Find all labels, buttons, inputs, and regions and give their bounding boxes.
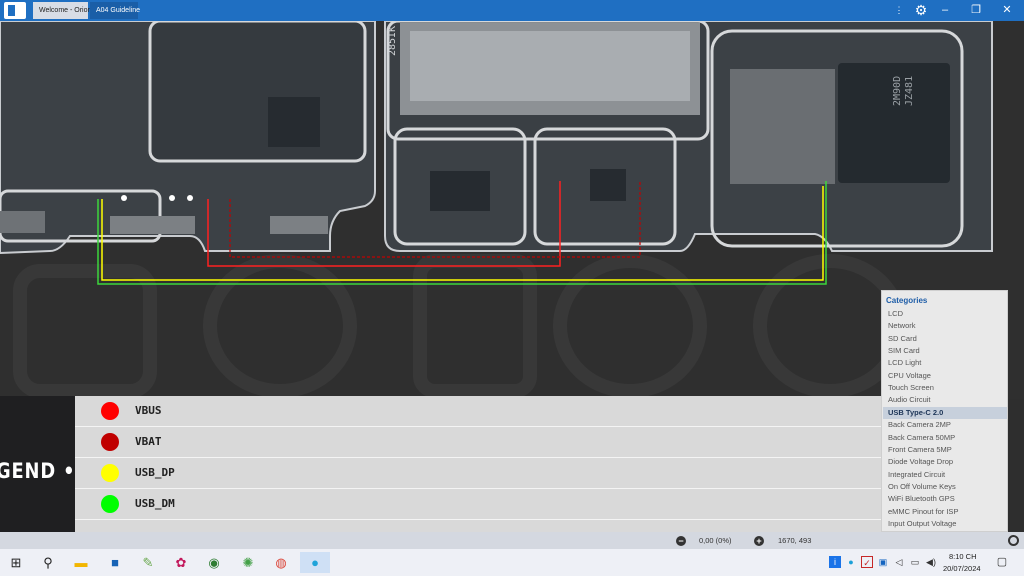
tab-welcome[interactable]: Welcome - Orion [33,2,91,19]
chrome-icon[interactable]: ◍ [270,552,292,573]
category-item[interactable]: SIM Card [883,345,1007,357]
category-item[interactable]: Input Output Voltage [883,518,1007,530]
green-app-icon[interactable]: ✺ [237,552,259,573]
category-item[interactable]: USB Type-C 2.0 [883,406,1007,419]
legend-label: USB_DM [135,497,175,510]
legend-item: VBUS [75,396,905,427]
category-item[interactable]: Audio Circuit [883,394,1007,406]
legend-dot-vbat [101,433,119,451]
category-item[interactable]: eMMC Pinout for ISP [883,506,1007,518]
status-bar: − 0,00 (0%) + 1670, 493 [0,532,1024,549]
paint-icon[interactable]: ✎ [137,552,159,573]
maximize-icon[interactable]: ❐ [961,0,991,21]
chip-label-2: JZ481 [904,76,915,106]
connector-text: 285IK [387,26,398,56]
legend-dot-usb-dm [101,495,119,513]
circle-app-icon[interactable]: ● [845,556,857,568]
category-item[interactable]: Diode Voltage Drop [883,456,1007,468]
category-item[interactable]: On Off Volume Keys [883,481,1007,493]
category-item[interactable]: Back Camera 50MP [883,432,1007,444]
category-item[interactable]: LCD [883,308,1007,320]
category-item[interactable]: Integrated Circuit [883,469,1007,481]
speaker-icon[interactable]: ◁ [893,556,905,568]
orion-app-icon[interactable]: ● [300,552,330,573]
title-bar: Welcome - Orion A04 Guideline ⋮ ⚙ – ❐ ✕ [0,0,1024,21]
category-item[interactable]: CPU Voltage [883,370,1007,382]
checkbox-icon[interactable]: ✓ [861,556,873,568]
legend-panel: VBUS VBAT USB_DP USB_DM [75,396,905,536]
legend-item: VBAT [75,427,905,458]
category-item[interactable]: Touch Screen [883,382,1007,394]
categories-title: Categories [886,296,928,305]
fit-view-icon[interactable] [1008,535,1019,546]
cursor-coordinates: 1670, 493 [778,536,812,545]
volume-icon[interactable]: ◀) [925,556,937,568]
category-item[interactable]: Back Camera 2MP [883,419,1007,431]
category-item[interactable]: SD Card [883,333,1007,345]
category-item[interactable]: WiFi Bluetooth GPS [883,493,1007,505]
taskbar: ⊞ ⚲ ▬ ■ ✎ ✿ ◉ ✺ ◍ ● i ● ✓ ▣ ◁ ▭ ◀) 8:10 … [0,549,1024,576]
minimize-icon[interactable]: – [930,0,960,21]
zoom-out-icon[interactable]: − [676,536,686,546]
legend-label: USB_DP [135,466,175,479]
category-item[interactable]: Front Camera 5MP [883,444,1007,456]
chip-label-1: 2M90D [892,76,903,106]
clock-time[interactable]: 8:10 CH [949,552,977,561]
notification-icon[interactable]: ▢ [996,556,1008,568]
zoom-in-icon[interactable]: + [754,536,764,546]
legend-dot-vbus [101,402,119,420]
legend-label: VBUS [135,404,162,417]
windows-start-icon[interactable]: ⊞ [5,552,27,573]
image-app-icon[interactable]: ▣ [877,556,889,568]
tab-a04-guideline[interactable]: A04 Guideline [90,2,140,19]
close-icon[interactable]: ✕ [992,0,1022,21]
more-vertical-icon[interactable]: ⋮ [893,0,905,21]
legend-item: USB_DM [75,489,905,520]
app-logo-icon [4,2,26,19]
legend-item: USB_DP [75,458,905,489]
categories-panel: Categories LCD Network SD Card SIM Card LCD … [881,290,1008,532]
search-icon[interactable]: ⚲ [37,552,59,573]
zoom-level: 0,00 (0%) [699,536,732,545]
category-item[interactable]: Network [883,320,1007,332]
tripadvisor-app-icon[interactable]: ◉ [203,552,225,573]
settings-app-icon[interactable]: ✿ [170,552,192,573]
store-icon[interactable]: ■ [104,552,126,573]
category-item[interactable]: LCD Light [883,357,1007,369]
legend-dot-usb-dp [101,464,119,482]
app-window: Welcome - Orion A04 Guideline ⋮ ⚙ – ❐ ✕ [0,0,1024,576]
file-explorer-icon[interactable]: ▬ [70,552,92,573]
network-icon[interactable]: ▭ [909,556,921,568]
legend-label: VBAT [135,435,162,448]
info-icon[interactable]: i [829,556,841,568]
clock-date[interactable]: 20/07/2024 [943,564,981,573]
board-canvas[interactable]: 2M90D JZ481 285IK [0,21,1024,399]
legend-title: GEND • [0,459,76,483]
